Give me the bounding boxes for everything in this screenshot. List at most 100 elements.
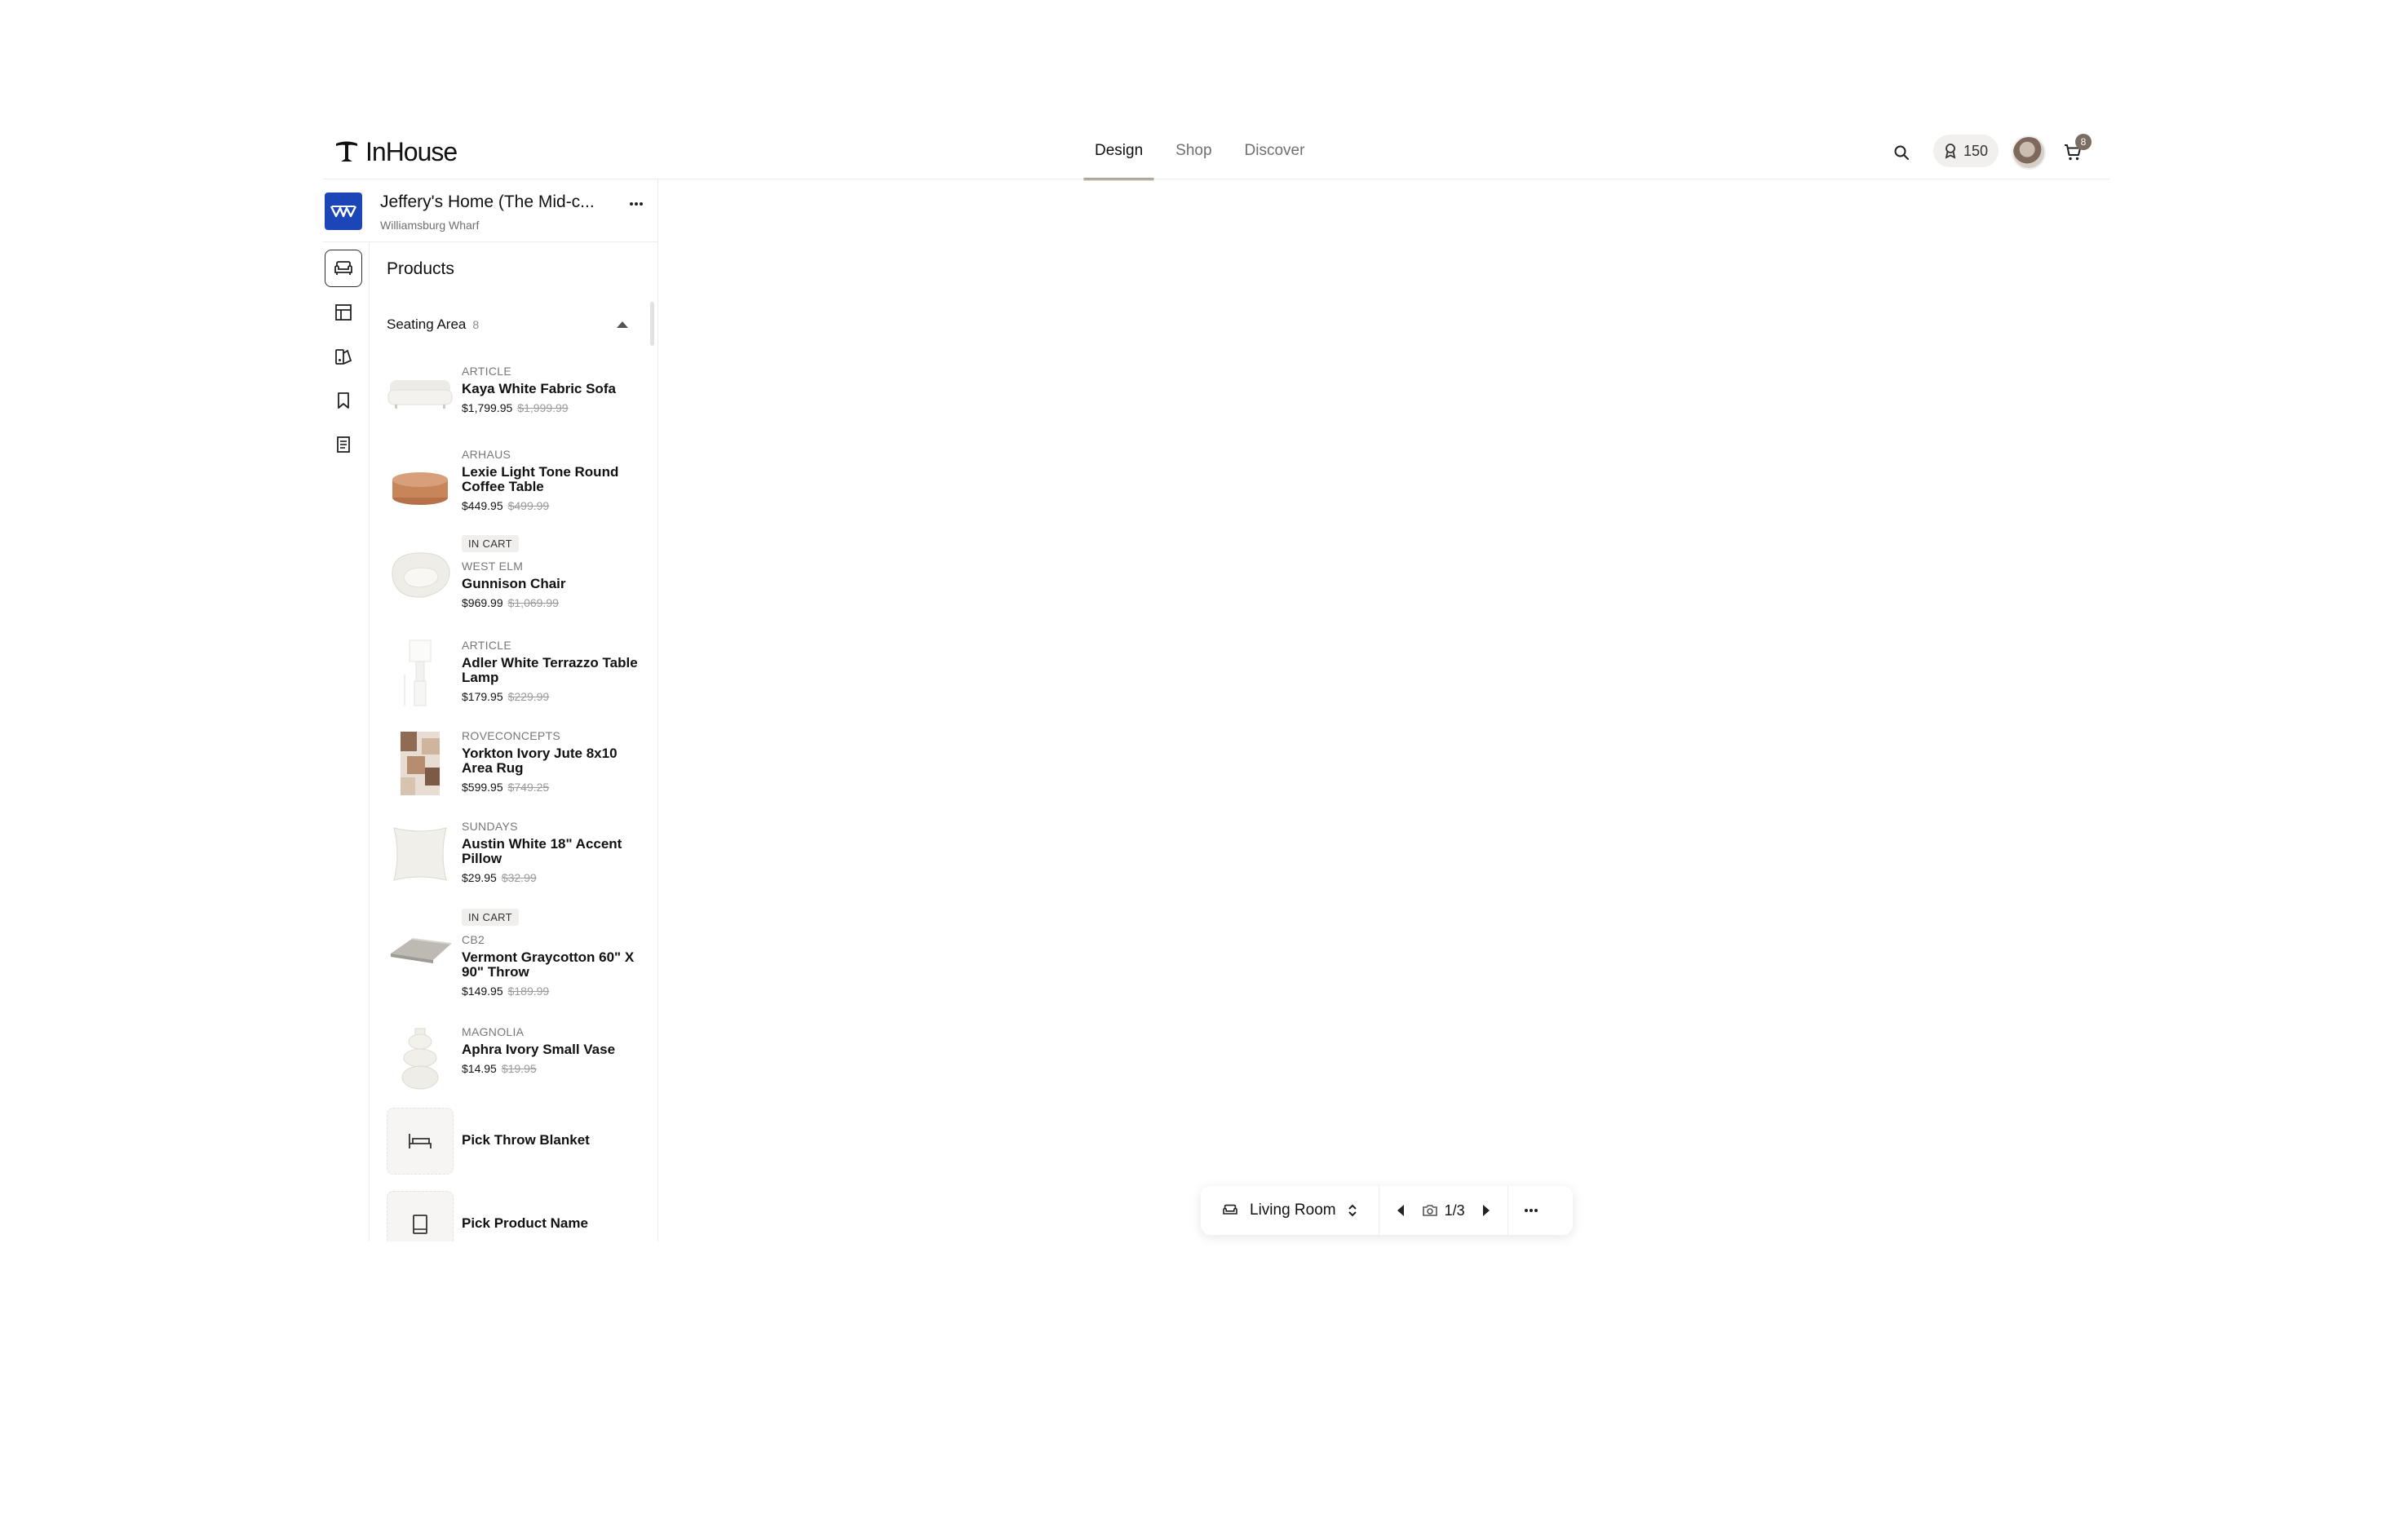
product-old-price: $499.99	[507, 499, 550, 512]
search-button[interactable]	[1889, 140, 1914, 165]
room-selector[interactable]: Living Room	[1201, 1186, 1379, 1235]
rail-materials[interactable]	[325, 338, 362, 375]
project-title[interactable]: Jeffery's Home (The Mid-c...	[380, 192, 595, 212]
project-subtitle: Williamsburg Wharf	[380, 219, 480, 232]
product-image	[387, 1024, 454, 1095]
product-item[interactable]: ROVECONCEPTS Yorkton Ivory Jute 8x10 Are…	[387, 728, 648, 802]
project-logo-icon	[330, 206, 357, 218]
more-horizontal-icon	[1524, 1209, 1538, 1212]
layout-icon	[335, 304, 352, 321]
scrollbar-thumb[interactable]	[650, 302, 654, 346]
product-brand: ROVECONCEPTS	[462, 729, 561, 742]
product-brand: WEST ELM	[462, 560, 524, 573]
swatch-icon	[335, 349, 352, 365]
product-price: $599.95	[462, 781, 503, 794]
more-horizontal-icon	[630, 202, 643, 206]
product-name: Yorkton Ivory Jute 8x10 Area Rug	[462, 746, 618, 776]
logo[interactable]: InHouse	[333, 135, 458, 168]
logo-text: InHouse	[365, 136, 458, 166]
product-name: Kaya White Fabric Sofa	[462, 381, 616, 396]
points-badge[interactable]: 150	[1933, 135, 1999, 167]
product-old-price: $32.99	[501, 871, 537, 884]
product-image	[387, 915, 454, 982]
product-old-price: $1,069.99	[507, 596, 559, 609]
next-view-button[interactable]	[1482, 1205, 1490, 1216]
canvas-toolbar: Living Room 1/3	[1201, 1186, 1573, 1235]
product-item[interactable]: IN CART CB2 Vermont Graycotton 60" X 90"…	[387, 909, 648, 1000]
project-badge[interactable]	[325, 192, 362, 230]
product-item[interactable]: SUNDAYS Austin White 18" Accent Pillow $…	[387, 819, 648, 892]
sofa-icon	[334, 261, 352, 275]
product-price: $14.95	[462, 1062, 497, 1075]
product-old-price: $189.99	[507, 985, 550, 998]
products-heading: Products	[387, 259, 454, 278]
tab-discover[interactable]: Discover	[1245, 131, 1305, 179]
product-image	[387, 728, 454, 799]
tablet-icon	[413, 1215, 427, 1234]
rail-saved[interactable]	[325, 382, 362, 419]
panel-divider	[323, 241, 657, 242]
rail-layout[interactable]	[325, 294, 362, 331]
product-price: $449.95	[462, 499, 503, 512]
product-brand: ARTICLE	[462, 365, 511, 378]
product-name: Gunnison Chair	[462, 576, 566, 591]
section-count: 8	[472, 318, 480, 331]
document-icon	[337, 436, 350, 453]
pick-image	[387, 1191, 454, 1241]
product-name: Austin White 18" Accent Pillow	[462, 836, 622, 866]
tab-design[interactable]: Design	[1082, 131, 1155, 180]
product-name: Adler White Terrazzo Table Lamp	[462, 655, 638, 685]
chevron-updown-icon	[1348, 1204, 1357, 1217]
pick-label: Pick Throw Blanket	[462, 1132, 590, 1148]
tab-shop[interactable]: Shop	[1175, 131, 1211, 179]
product-name: Lexie Light Tone Round Coffee Table	[462, 464, 619, 494]
cart-count-badge: 8	[2075, 134, 2092, 150]
previous-view-button[interactable]	[1397, 1205, 1404, 1216]
room-name: Living Room	[1250, 1201, 1336, 1219]
product-old-price: $19.95	[501, 1062, 537, 1075]
view-counter: 1/3	[1422, 1202, 1465, 1219]
product-old-price: $1,999.99	[517, 401, 569, 414]
collapse-caret-icon[interactable]	[617, 321, 628, 328]
camera-icon	[1422, 1205, 1437, 1216]
search-icon	[1894, 145, 1909, 160]
points-value: 150	[1963, 142, 1989, 159]
section-seating-area[interactable]: Seating Area 8	[387, 316, 479, 333]
product-image	[387, 819, 454, 889]
product-item[interactable]: ARTICLE Kaya White Fabric Sofa $1,799.95…	[387, 364, 648, 421]
rail-divider	[369, 242, 370, 1241]
product-old-price: $229.99	[507, 690, 550, 703]
product-item[interactable]: ARTICLE Adler White Terrazzo Table Lamp …	[387, 638, 648, 711]
product-price: $179.95	[462, 690, 503, 703]
rail-products[interactable]	[325, 250, 362, 287]
product-item[interactable]: MAGNOLIA Aphra Ivory Small Vase $14.95 $1…	[387, 1024, 648, 1095]
product-price: $29.95	[462, 871, 497, 884]
pick-item[interactable]: Pick Product Name	[387, 1191, 648, 1241]
product-image	[387, 542, 454, 608]
product-item[interactable]: IN CART WEST ELM Gunnison Chair $969.99 $…	[387, 535, 648, 617]
product-price: $969.99	[462, 596, 503, 609]
view-counter-text: 1/3	[1444, 1201, 1465, 1219]
product-image	[387, 638, 454, 708]
product-price: $1,799.95	[462, 401, 513, 414]
avatar[interactable]	[2012, 135, 2046, 170]
sofa-icon	[1223, 1204, 1237, 1215]
pick-item[interactable]: Pick Throw Blanket	[387, 1108, 648, 1175]
product-price: $149.95	[462, 985, 503, 998]
bookmark-icon	[338, 392, 349, 409]
pick-label: Pick Product Name	[462, 1215, 588, 1231]
project-more-button[interactable]	[625, 194, 648, 214]
toolbar-more-button[interactable]	[1508, 1186, 1554, 1235]
in-cart-badge: IN CART	[462, 535, 519, 552]
product-brand: CB2	[462, 933, 485, 946]
rail-notes[interactable]	[325, 426, 362, 463]
product-name: Vermont Graycotton 60" X 90" Throw	[462, 949, 635, 980]
product-image	[387, 364, 454, 421]
product-image	[387, 454, 454, 520]
product-brand: ARTICLE	[462, 639, 511, 652]
product-brand: MAGNOLIA	[462, 1025, 525, 1038]
product-brand: ARHAUS	[462, 448, 511, 461]
product-item[interactable]: ARHAUS Lexie Light Tone Round Coffee Tab…	[387, 447, 648, 519]
product-old-price: $749.25	[507, 781, 550, 794]
main-nav: Design Shop Discover	[1082, 131, 1305, 180]
